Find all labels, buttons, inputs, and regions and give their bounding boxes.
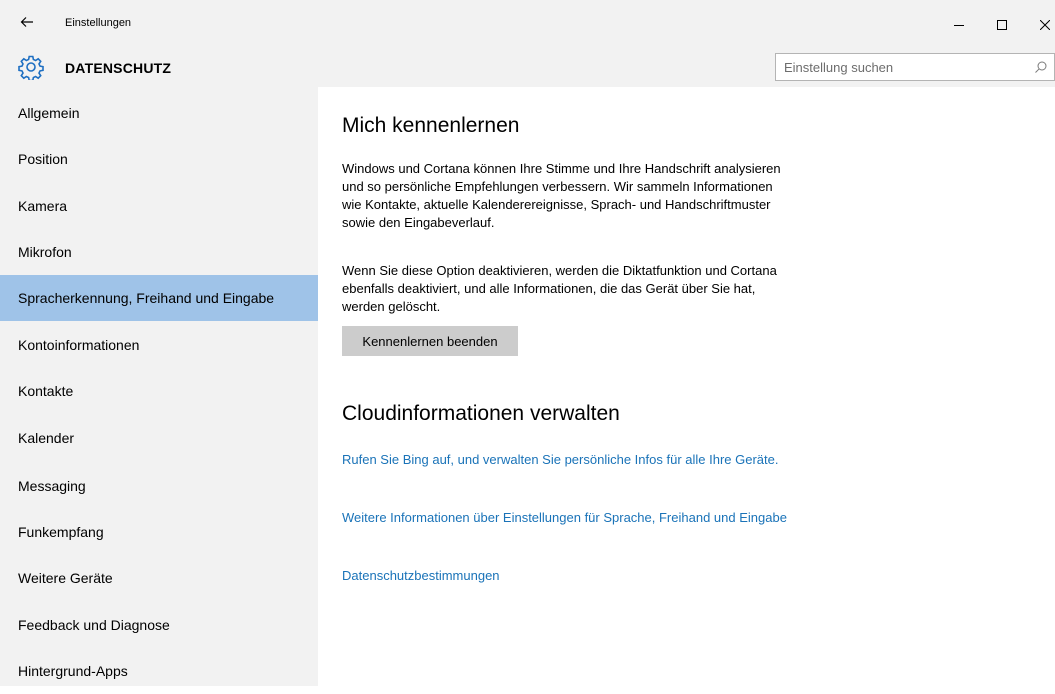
sidebar: Allgemein Position Kamera Mikrofon Sprac… (0, 87, 318, 686)
sidebar-item-label: Kalender (18, 430, 75, 446)
gear-icon (18, 55, 44, 80)
main-content: Mich kennenlernen Windows und Cortana kö… (318, 87, 1055, 686)
sidebar-item-label: Allgemein (18, 105, 80, 121)
header-bar: DATENSCHUTZ Einstellung suchen (0, 48, 1055, 87)
more-info-link[interactable]: Weitere Informationen über Einstellungen… (342, 509, 792, 527)
privacy-statement-link[interactable]: Datenschutzbestimmungen (342, 567, 792, 585)
sidebar-item-feedback[interactable]: Feedback und Diagnose (0, 602, 318, 648)
bing-manage-link[interactable]: Rufen Sie Bing auf, und verwalten Sie pe… (342, 451, 792, 469)
sidebar-item-messaging[interactable]: Messaging (0, 463, 318, 509)
close-icon (1040, 20, 1050, 30)
search-input[interactable]: Einstellung suchen (784, 60, 893, 75)
minimize-icon (954, 25, 964, 26)
minimize-button[interactable] (944, 13, 974, 37)
sidebar-item-kamera[interactable]: Kamera (0, 183, 318, 229)
window-title: Einstellungen (65, 17, 132, 29)
sidebar-item-label: Funkempfang (18, 524, 104, 540)
maximize-icon (997, 20, 1007, 30)
stop-getting-to-know-button[interactable]: Kennenlernen beenden (342, 326, 518, 356)
sidebar-item-label: Hintergrund-Apps (18, 663, 128, 679)
sidebar-item-label: Weitere Geräte (18, 570, 113, 586)
sidebar-item-kalender[interactable]: Kalender (0, 415, 318, 461)
sidebar-item-spracherkennung[interactable]: Spracherkennung, Freihand und Eingabe (0, 275, 318, 321)
close-button[interactable] (1030, 13, 1055, 37)
sidebar-item-label: Messaging (18, 478, 86, 494)
sidebar-item-label: Kontakte (18, 383, 74, 399)
sidebar-item-label: Feedback und Diagnose (18, 617, 170, 633)
sidebar-item-hintergrund-apps[interactable]: Hintergrund-Apps (0, 648, 318, 694)
search-box[interactable]: Einstellung suchen (775, 53, 1055, 81)
back-arrow-icon (20, 17, 33, 27)
sidebar-item-kontoinformationen[interactable]: Kontoinformationen (0, 322, 318, 368)
sidebar-item-position[interactable]: Position (0, 136, 318, 182)
sidebar-item-allgemein[interactable]: Allgemein (0, 90, 318, 136)
sidebar-item-label: Mikrofon (18, 244, 72, 260)
warning-paragraph: Wenn Sie diese Option deaktivieren, werd… (342, 263, 777, 314)
back-button[interactable] (16, 11, 38, 33)
description-paragraph: Windows und Cortana können Ihre Stimme u… (342, 161, 781, 230)
page-title: DATENSCHUTZ (65, 60, 172, 76)
sidebar-item-label: Kontoinformationen (18, 337, 140, 353)
sidebar-item-kontakte[interactable]: Kontakte (0, 368, 318, 414)
title-bar: Einstellungen (0, 0, 1055, 48)
sidebar-item-mikrofon[interactable]: Mikrofon (0, 229, 318, 275)
sidebar-item-funkempfang[interactable]: Funkempfang (0, 509, 318, 555)
search-icon[interactable] (1034, 60, 1048, 74)
maximize-button[interactable] (987, 13, 1017, 37)
sidebar-item-label: Position (18, 151, 68, 167)
section-heading-mich-kennenlernen: Mich kennenlernen (342, 114, 520, 137)
sidebar-item-label: Spracherkennung, Freihand und Eingabe (18, 290, 275, 306)
sidebar-item-label: Kamera (18, 198, 68, 214)
sidebar-item-weitere-geraete[interactable]: Weitere Geräte (0, 555, 318, 601)
section-heading-cloudinformationen: Cloudinformationen verwalten (342, 402, 620, 425)
